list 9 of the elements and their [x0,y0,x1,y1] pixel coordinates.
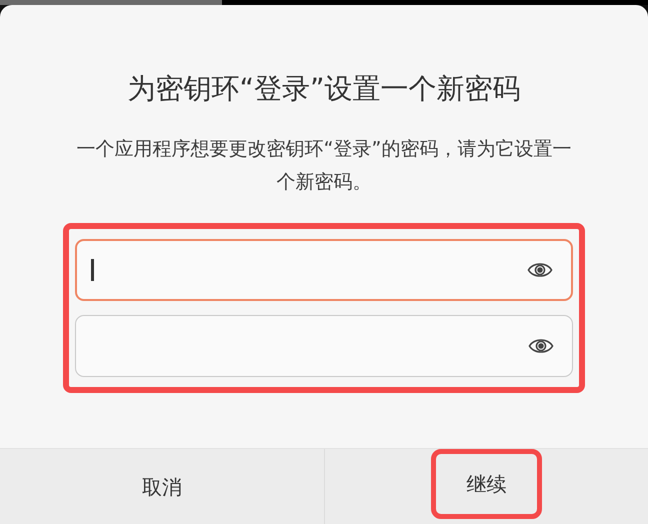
dialog-button[interactable]: 继续 [430,448,542,518]
dialog-title: 为密钥环“登录”设置一个新密码 [127,71,520,107]
eye-icon[interactable] [528,336,554,356]
dialog-button[interactable]: 取消 [106,452,218,522]
dialog-description: 一个应用程序想要更改密钥环“登录”的密码，请为它设置一个新密码。 [76,137,572,195]
eye-icon[interactable] [527,260,553,280]
password-field[interactable] [75,315,573,377]
password-field[interactable] [75,239,573,301]
text-caret [91,259,94,281]
